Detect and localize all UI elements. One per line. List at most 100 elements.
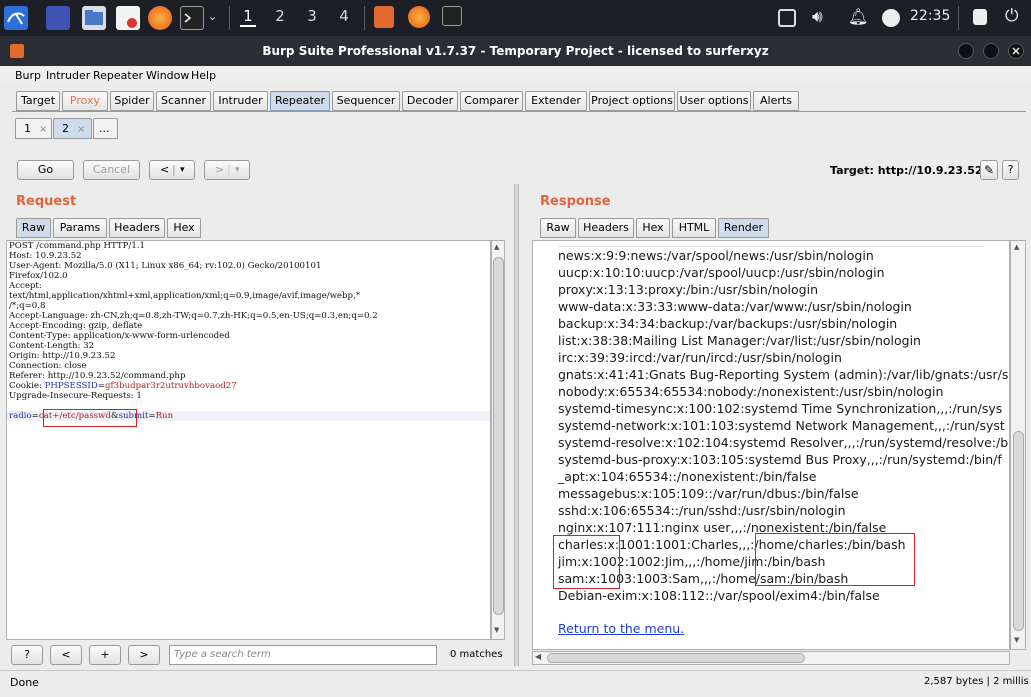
file-manager-icon[interactable] [82,6,106,30]
request-tab-params[interactable]: Params [53,218,107,238]
passwd-line: irc:x:39:39:ircd:/var/run/ircd:/usr/sbin… [558,350,842,365]
close-window-button[interactable] [1008,43,1024,59]
go-button[interactable]: Go [17,160,74,180]
terminal-icon[interactable] [180,6,204,30]
clock: 22:35 [910,8,951,24]
tab-user-options[interactable]: User options [677,91,751,111]
passwd-line: backup:x:34:34:backup:/var/backups:/usr/… [558,316,898,331]
minimize-button[interactable] [958,43,974,59]
repeater-tab-1[interactable]: 1 × [15,118,52,139]
workspace-3[interactable]: 3 [304,7,320,25]
return-to-menu-link[interactable]: Return to the menu. [533,621,1009,636]
tab-comparer[interactable]: Comparer [460,91,523,111]
response-scroll-thumb[interactable] [1013,431,1024,631]
tab-scanner[interactable]: Scanner [156,91,211,111]
workspace-2[interactable]: 2 [272,7,288,25]
tab-spider[interactable]: Spider [110,91,154,111]
firefox-taskbar-icon[interactable] [408,6,430,28]
workspace-app-icon[interactable] [46,6,70,30]
scroll-up-icon[interactable]: ▲ [494,243,499,251]
menu-burp[interactable]: Burp [15,69,41,82]
request-scrollbar[interactable]: ▲ ▼ [491,240,505,640]
terminal-taskbar-icon[interactable] [442,6,462,26]
tab-project-options[interactable]: Project options [589,91,675,111]
request-tab-hex[interactable]: Hex [167,218,201,238]
search-input[interactable]: Type a search term [169,645,437,665]
forward-button[interactable]: > | ▾ [204,160,250,180]
firefox-icon[interactable] [148,6,172,30]
request-line: Content-Type: application/x-www-form-url… [9,331,230,341]
repeater-tab-2[interactable]: 2 × [53,118,92,139]
passwd-line: systemd-bus-proxy:x:103:105:systemd Bus … [558,452,1002,467]
tab-repeater[interactable]: Repeater [270,91,330,111]
kali-menu-icon[interactable] [4,6,28,30]
workspace-4[interactable]: 4 [336,7,352,25]
menu-bar: Burp Intruder Repeater Window Help [0,66,1031,86]
passwd-line: Debian-exim:x:108:112::/var/spool/exim4:… [558,588,880,603]
response-tab-raw[interactable]: Raw [540,218,576,238]
cookie-value: gf3budpar3r2utruvhbovaod27 [104,381,237,391]
search-next-button[interactable]: > [128,645,160,665]
body-key-radio: radio [9,411,32,421]
help-icon[interactable]: ? [1002,160,1019,180]
burp-taskbar-icon[interactable] [374,6,394,28]
maximize-button[interactable] [983,43,999,59]
lock-icon[interactable] [973,9,987,25]
scroll-down-icon[interactable]: ▼ [494,626,499,634]
request-tab-headers[interactable]: Headers [109,218,165,238]
passwd-line: gnats:x:41:41:Gnats Bug-Reporting System… [558,367,1009,382]
tab-proxy[interactable]: Proxy [62,91,108,111]
split-pane-divider[interactable] [514,184,519,666]
request-line: Accept: [9,281,42,291]
window-titlebar[interactable]: Burp Suite Professional v1.7.37 - Tempor… [0,36,1031,66]
menu-intruder[interactable]: Intruder [46,69,90,82]
passwd-line: list:x:38:38:Mailing List Manager:/var/l… [558,333,921,348]
notification-bell-icon[interactable]: 🔔︎ [848,7,868,26]
request-editor[interactable]: POST /command.php HTTP/1.1 Host: 10.9.23… [6,240,491,640]
menu-help[interactable]: Help [191,69,216,82]
close-tab-icon[interactable]: × [77,124,85,135]
response-hscrollbar[interactable]: ◀ [532,651,1010,665]
scroll-up-icon[interactable]: ▲ [1014,243,1019,251]
response-tab-headers[interactable]: Headers [578,218,634,238]
request-line: /*;q=0.8 [9,301,46,311]
search-add-button[interactable]: + [89,645,121,665]
menu-window[interactable]: Window [146,69,189,82]
scroll-down-icon[interactable]: ▼ [1014,636,1019,644]
edit-target-icon[interactable]: ✎ [980,160,998,180]
scroll-left-icon[interactable]: ◀ [535,652,541,661]
chevron-down-icon[interactable]: ⌄ [208,10,217,23]
request-line: Accept-Language: zh-CN,zh;q=0.8,zh-TW;q=… [9,311,378,321]
request-scroll-thumb[interactable] [493,257,504,615]
power-icon[interactable]: ⏻ [1005,6,1018,26]
tab-extender[interactable]: Extender [525,91,587,111]
response-tab-hex[interactable]: Hex [636,218,670,238]
power-status-icon[interactable] [882,9,900,27]
volume-icon[interactable]: 🔊︎ [812,7,823,27]
match-count: 0 matches [450,649,503,660]
request-tab-raw[interactable]: Raw [16,218,51,238]
taskbar-separator [229,6,230,30]
tab-decoder[interactable]: Decoder [402,91,458,111]
clipboard-icon[interactable] [778,9,796,27]
tab-intruder[interactable]: Intruder [213,91,268,111]
taskbar-separator [958,6,959,30]
tab-target[interactable]: Target [16,91,60,111]
tab-sequencer[interactable]: Sequencer [332,91,400,111]
search-prev-button[interactable]: < [50,645,82,665]
workspace-1[interactable]: 1 [240,7,256,27]
search-help-button[interactable]: ? [11,645,43,665]
response-hscroll-thumb[interactable] [547,653,805,663]
repeater-tab-label: 2 [62,122,69,135]
response-tab-render[interactable]: Render [718,218,769,238]
tab-alerts[interactable]: Alerts [753,91,799,111]
menu-repeater[interactable]: Repeater [93,69,143,82]
repeater-tab-new[interactable]: ... [93,118,118,139]
cancel-button[interactable]: Cancel [83,160,140,180]
desktop-taskbar: ⌄ 1 2 3 4 🔊︎ 🔔︎ 22:35 ⏻ [0,0,1031,36]
text-editor-icon[interactable] [116,6,140,30]
response-scrollbar[interactable]: ▲ ▼ [1010,240,1026,650]
back-button[interactable]: < | ▾ [149,160,195,180]
response-tab-html[interactable]: HTML [672,218,716,238]
close-tab-icon[interactable]: × [39,124,47,135]
